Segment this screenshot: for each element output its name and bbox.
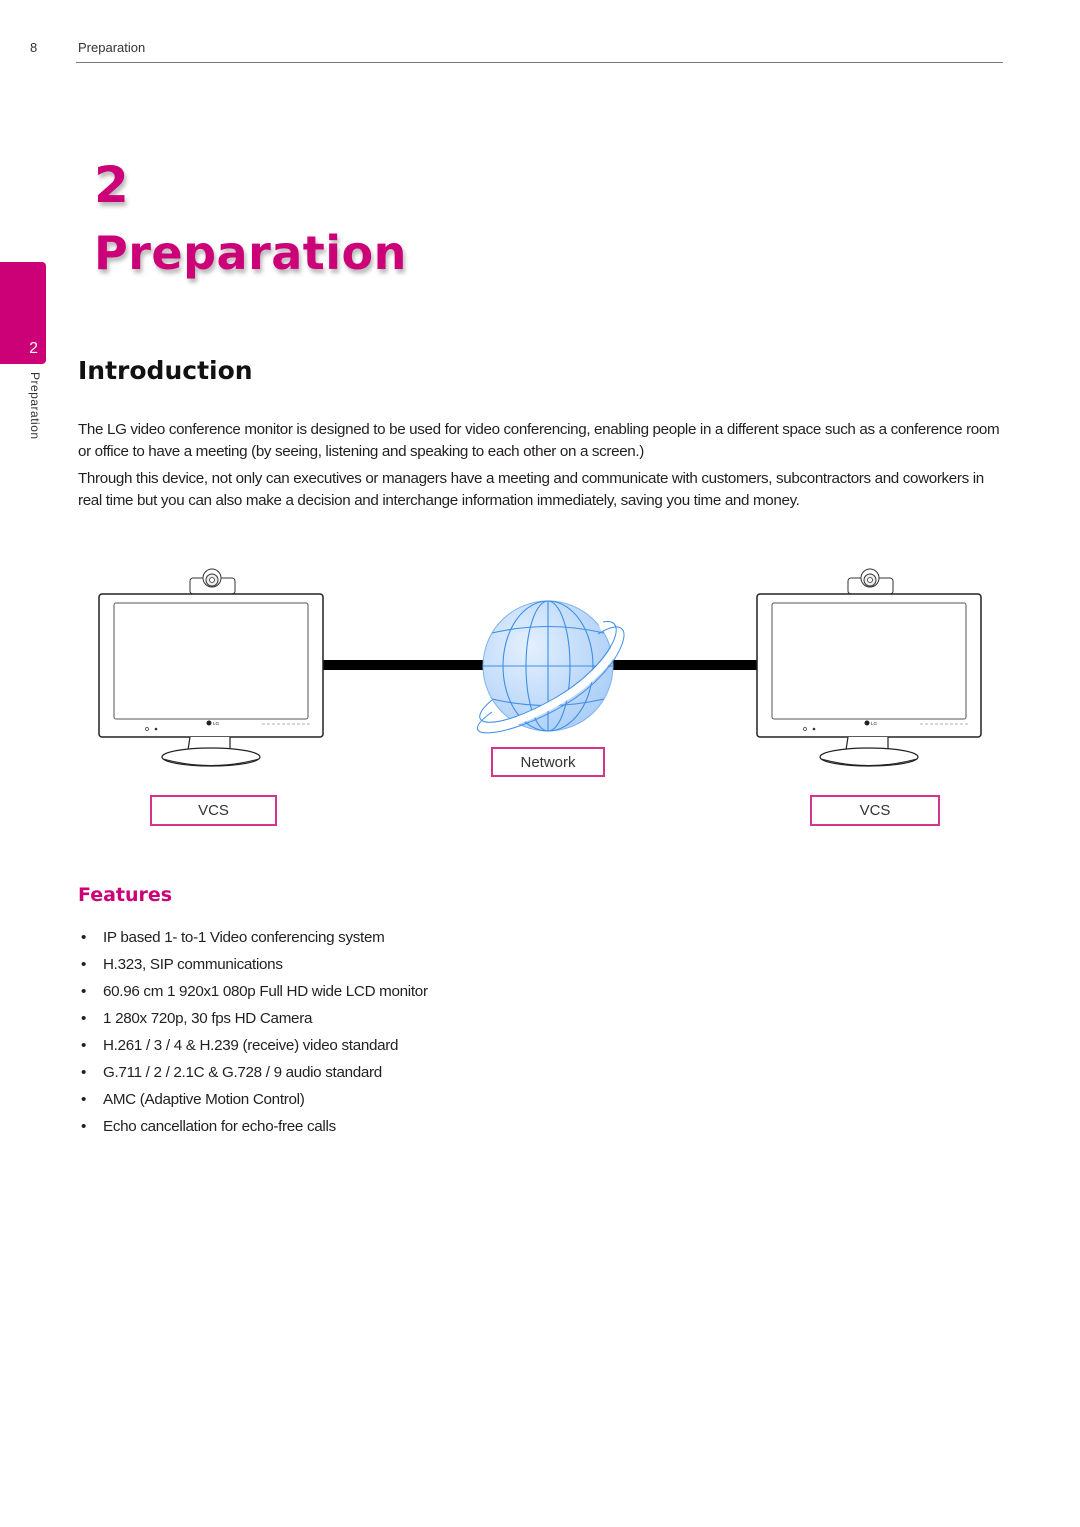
chapter-number: 2 (94, 156, 129, 214)
side-tab-number: 2 (29, 340, 38, 357)
features-heading: Features (78, 884, 173, 906)
feature-text: G.711 / 2 / 2.1C & G.728 / 9 audio stand… (103, 1064, 382, 1081)
chapter-side-tab: 2 (0, 262, 46, 364)
vcs-label-left: VCS (150, 795, 277, 826)
link-line-right (605, 660, 757, 670)
list-item: • H.261 / 3 / 4 & H.239 (receive) video s… (78, 1032, 428, 1059)
list-item: • H.323, SIP communications (78, 951, 428, 978)
bullet-icon: • (81, 1064, 87, 1081)
feature-text: IP based 1- to-1 Video conferencing syst… (103, 929, 385, 946)
running-header-title: Preparation (78, 40, 146, 55)
list-item: • Echo cancellation for echo-free calls (78, 1113, 428, 1140)
globe-network-icon (474, 600, 625, 734)
feature-text: 1 280x 720p, 30 fps HD Camera (103, 1010, 313, 1027)
link-line-left (323, 660, 493, 670)
introduction-heading: Introduction (78, 356, 253, 385)
bullet-icon: • (81, 1118, 87, 1135)
list-item: • 60.96 cm 1 920x1 080p Full HD wide LCD … (78, 978, 428, 1005)
monitor-with-camera-icon: LG (98, 568, 324, 767)
lg-logo-text: LG (213, 721, 220, 726)
side-tab-label: Preparation (28, 372, 42, 440)
bullet-icon: • (81, 956, 87, 973)
list-item: • AMC (Adaptive Motion Control) (78, 1086, 428, 1113)
lg-logo-text: LG (871, 721, 878, 726)
feature-text: AMC (Adaptive Motion Control) (103, 1091, 305, 1108)
feature-text: 60.96 cm 1 920x1 080p Full HD wide LCD m… (103, 983, 428, 1000)
header-divider (76, 62, 1003, 63)
list-item: • IP based 1- to-1 Video conferencing sys… (78, 924, 428, 951)
bullet-icon: • (81, 1091, 87, 1108)
features-list: • IP based 1- to-1 Video conferencing sys… (78, 924, 428, 1140)
vcs-label-right: VCS (810, 795, 940, 826)
monitor-with-camera-icon: LG (756, 568, 982, 767)
bullet-icon: • (81, 929, 87, 946)
list-item: • 1 280x 720p, 30 fps HD Camera (78, 1005, 428, 1032)
intro-paragraph-2: Through this device, not only can execut… (78, 470, 984, 509)
page-number: 8 (30, 40, 38, 55)
network-label: Network (491, 747, 605, 777)
bullet-icon: • (81, 983, 87, 1000)
bullet-icon: • (81, 1010, 87, 1027)
feature-text: Echo cancellation for echo-free calls (103, 1118, 336, 1135)
bullet-icon: • (81, 1037, 87, 1054)
chapter-title: Preparation (94, 226, 407, 280)
list-item: • G.711 / 2 / 2.1C & G.728 / 9 audio stan… (78, 1059, 428, 1086)
feature-text: H.323, SIP communications (103, 956, 283, 973)
feature-text: H.261 / 3 / 4 & H.239 (receive) video st… (103, 1037, 399, 1054)
intro-paragraph-1: The LG video conference monitor is desig… (78, 421, 1000, 460)
